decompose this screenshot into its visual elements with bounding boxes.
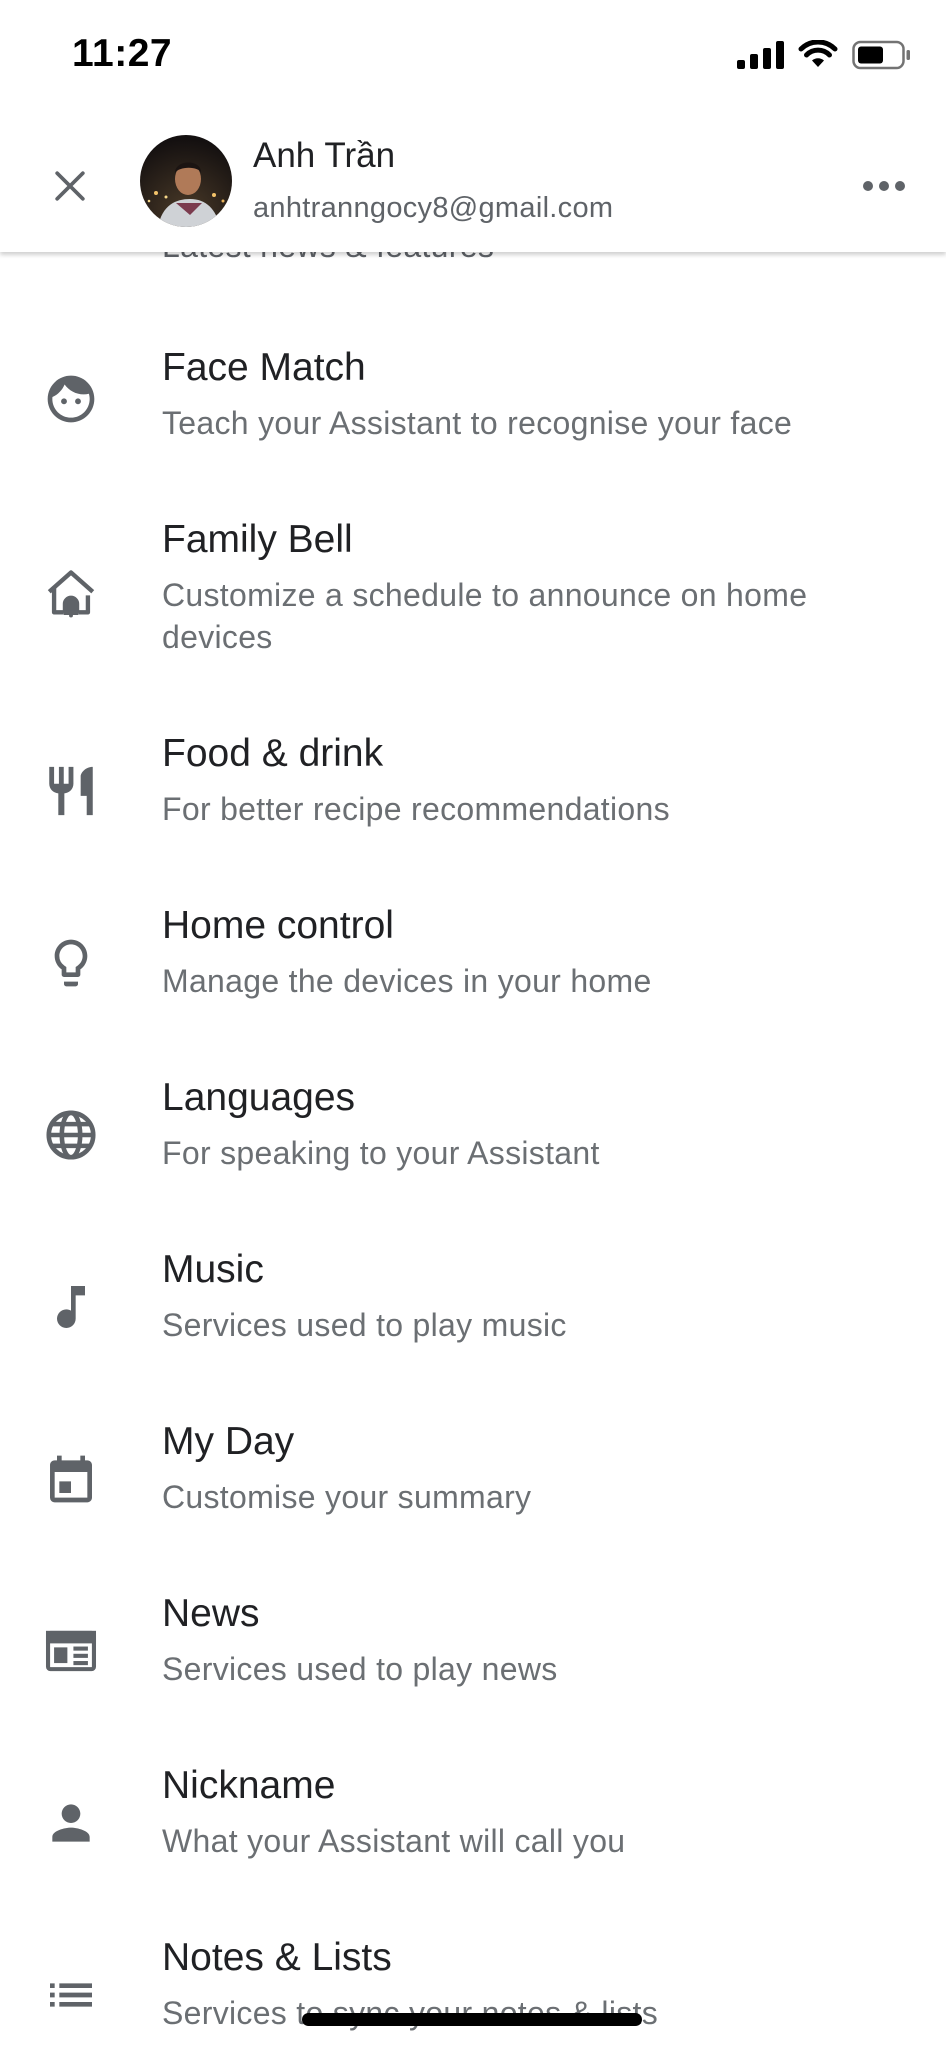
account-name: Anh Trần [253,136,396,175]
more-horizontal-icon [863,181,905,191]
list-item-title: Nickname [162,1764,336,1807]
list-item-subtitle: For better recipe recommendations [162,791,670,827]
account-header: Anh Trần anhtranngocy8@gmail.com [0,118,946,252]
settings-screen: Latest news & features Face Match Teach … [0,0,946,2048]
calendar-icon [38,1446,104,1512]
status-icons [737,40,912,70]
status-bar: 11:27 [0,0,946,118]
face-icon [38,366,104,432]
restaurant-icon [38,758,104,824]
status-time: 11:27 [72,32,173,75]
cellular-signal-icon [737,41,784,69]
list-item-title: Family Bell [162,518,353,561]
list-item-title: Languages [162,1076,356,1119]
settings-list[interactable]: Latest news & features Face Match Teach … [0,0,946,2048]
home-bell-icon [38,560,104,626]
lightbulb-icon [38,930,104,996]
list-item-subtitle: Teach your Assistant to recognise your f… [162,405,793,441]
list-item-title: Notes & Lists [162,1936,392,1979]
person-icon [38,1790,104,1856]
newspaper-icon [38,1618,104,1684]
list-item-title: Home control [162,904,394,947]
list-item-subtitle: Customise your summary [162,1479,532,1515]
wifi-icon [798,40,838,67]
more-options-button[interactable] [852,156,916,216]
music-note-icon [38,1274,104,1340]
list-item-title: News [162,1592,260,1635]
list-item-title: Music [162,1248,264,1291]
list-item-subtitle: For speaking to your Assistant [162,1135,600,1171]
list-item-subtitle: Services used to play news [162,1651,558,1687]
avatar[interactable] [140,135,232,227]
list-icon [38,1962,104,2028]
list-item-subtitle: What your Assistant will call you [162,1823,626,1859]
globe-icon [38,1102,104,1168]
battery-icon [852,40,910,70]
list-item-title: My Day [162,1420,295,1463]
list-item-subtitle: Manage the devices in your home [162,963,652,999]
close-button[interactable] [40,156,100,216]
list-item-title: Food & drink [162,732,384,775]
home-indicator[interactable] [302,2013,642,2026]
account-email: anhtranngocy8@gmail.com [253,192,614,224]
list-item-title: Face Match [162,346,366,389]
list-item-subtitle: Services used to play music [162,1307,567,1343]
close-icon [55,171,85,201]
list-item-subtitle: Customize a schedule to announce on home… [162,577,808,655]
